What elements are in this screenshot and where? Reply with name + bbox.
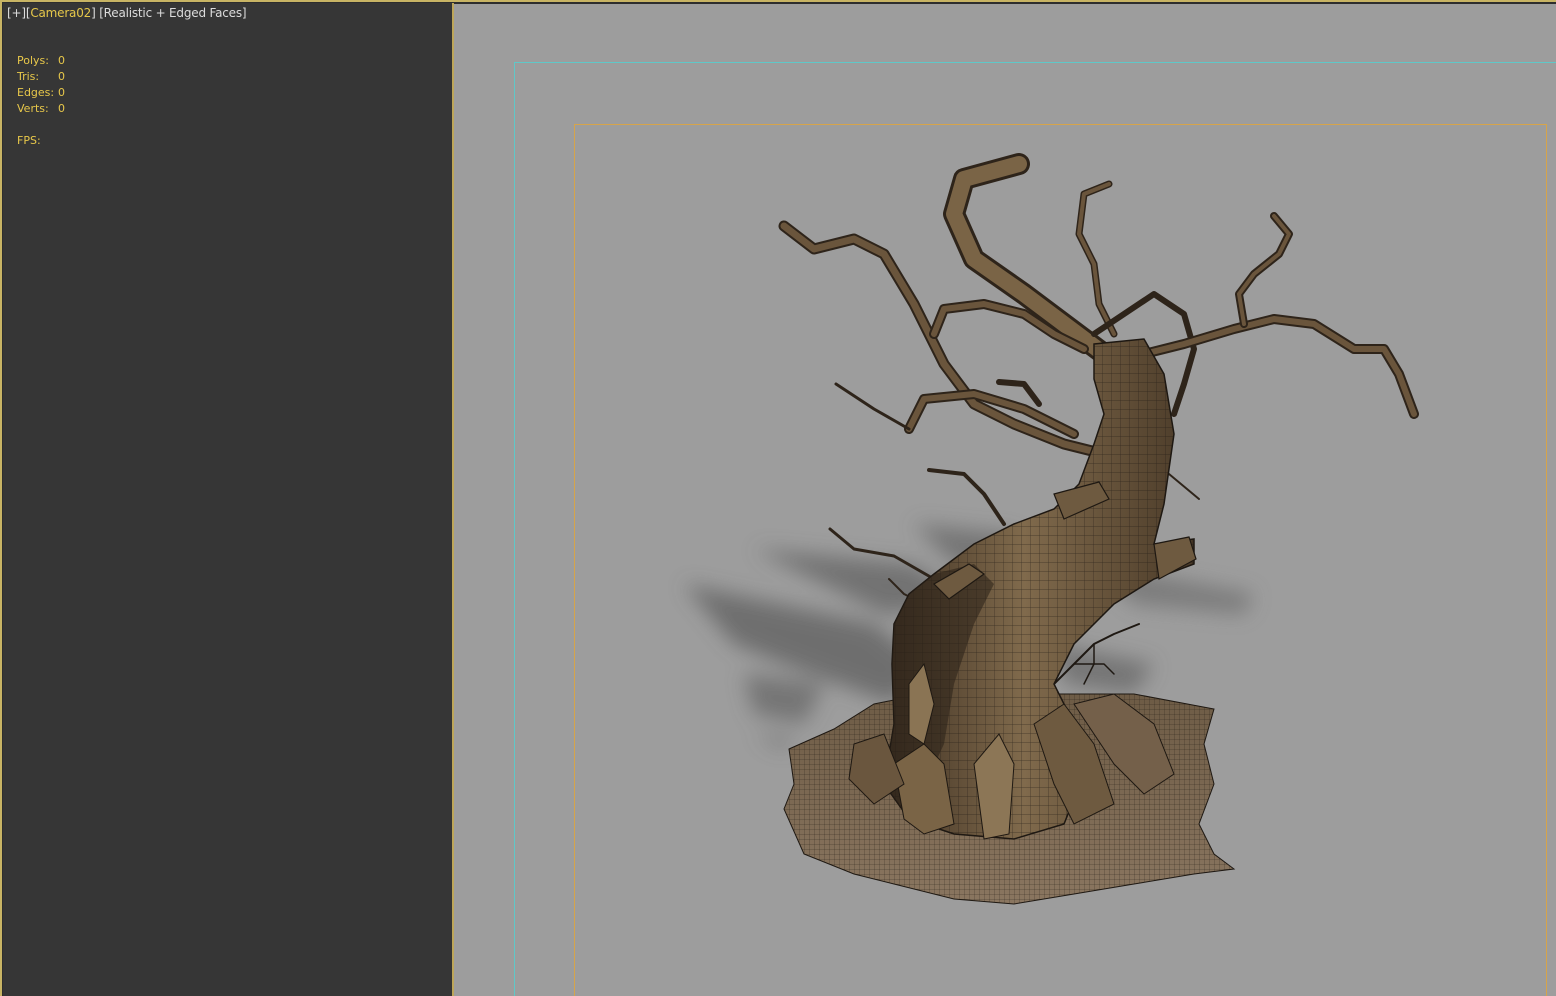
active-viewport-border (0, 0, 1556, 996)
max-viewport-window: [+][Camera02] [Realistic + Edged Faces] … (0, 0, 1556, 996)
